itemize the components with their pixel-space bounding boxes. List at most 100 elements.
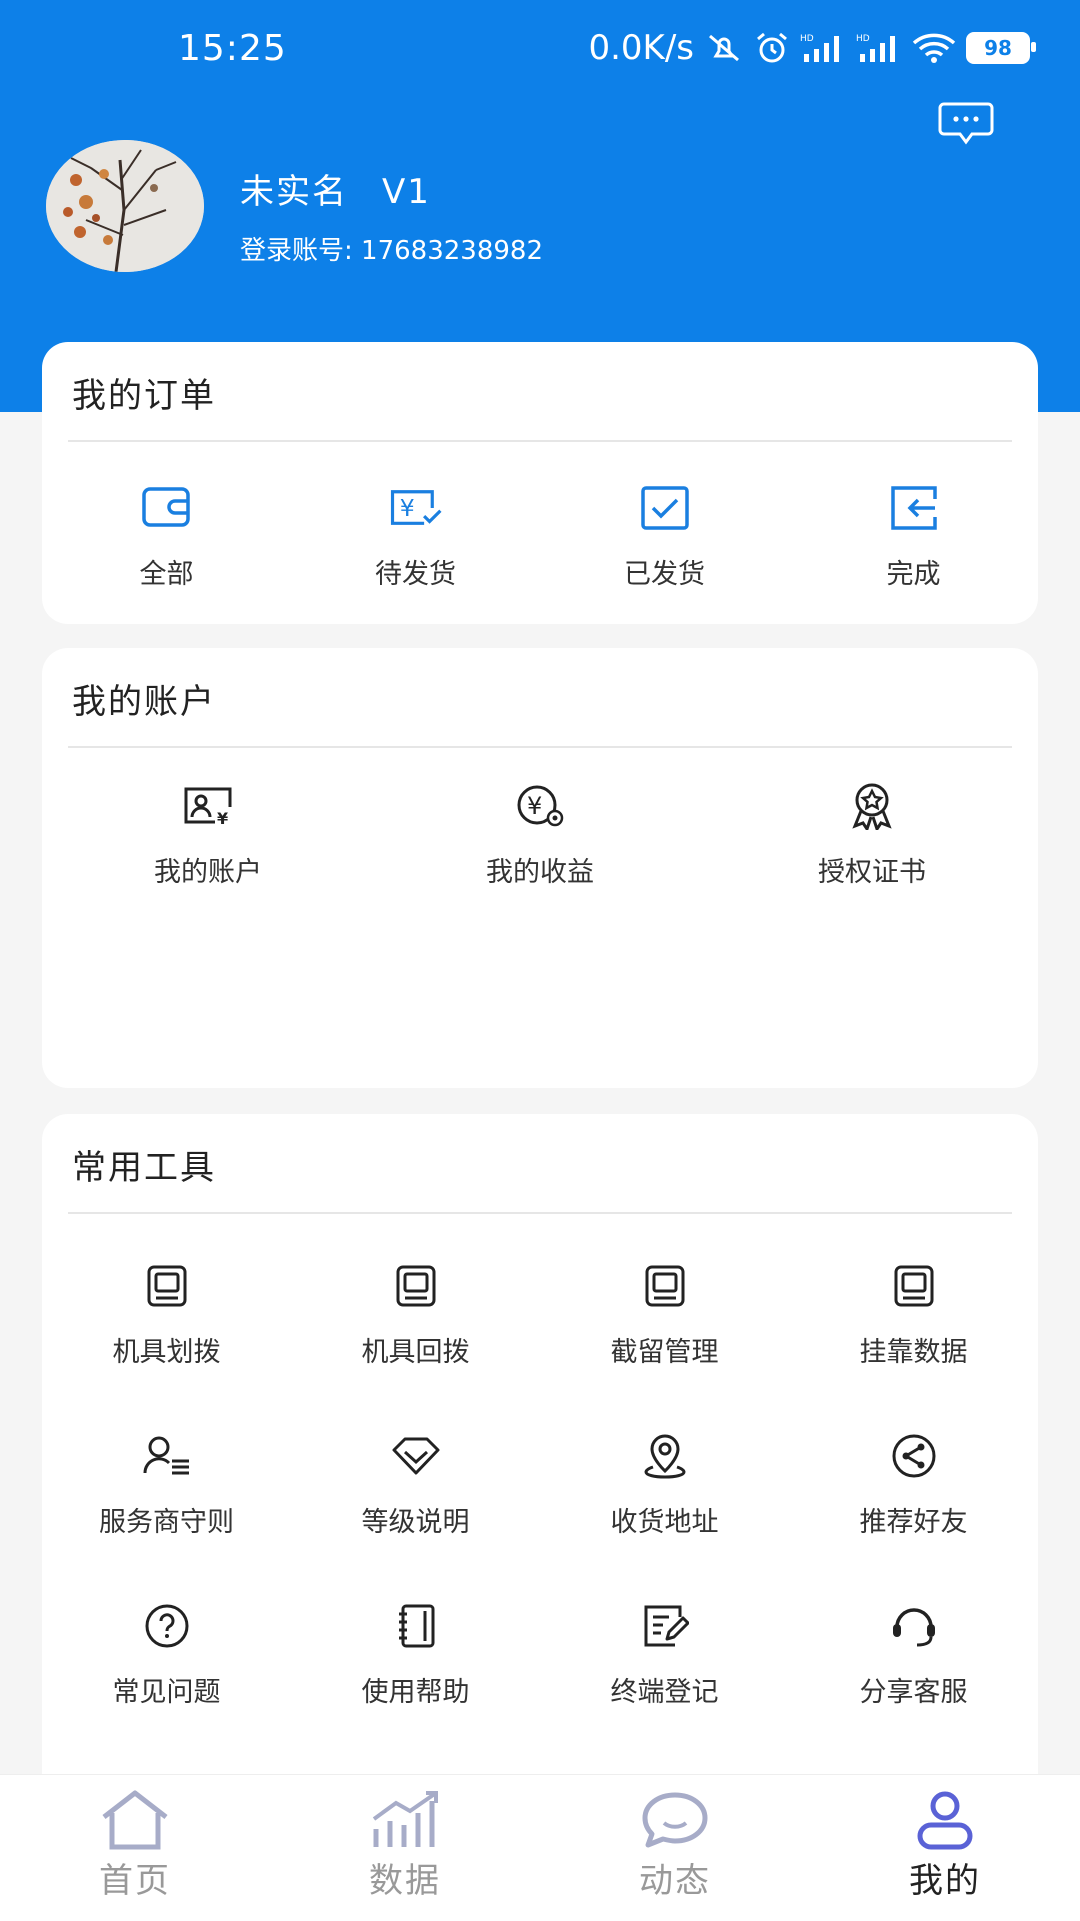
svg-text:¥: ¥: [217, 809, 228, 826]
wifi-icon: [912, 33, 956, 63]
certificate-button[interactable]: 授权证书: [706, 778, 1038, 889]
svg-text:¥: ¥: [399, 494, 414, 522]
tool-level-info-button[interactable]: 等级说明: [291, 1428, 540, 1539]
tab-mine[interactable]: 我的: [810, 1775, 1080, 1921]
signal-hd-icon: HD: [800, 34, 839, 62]
tool-device-return-label: 机具回拨: [361, 1337, 470, 1368]
my-earnings-button[interactable]: ¥ 我的收益: [374, 778, 706, 889]
certificate-label: 授权证书: [818, 857, 926, 888]
tools-row-2: 服务商守则 等级说明 收货地址 推荐好友: [42, 1428, 1038, 1539]
terminal-icon: [645, 1265, 684, 1307]
order-pending-button[interactable]: ¥ 待发货: [291, 480, 540, 591]
user-level: V1: [382, 172, 431, 212]
tools-divider: [68, 1212, 1012, 1214]
message-icon[interactable]: [938, 100, 994, 146]
svg-text:HD: HD: [856, 34, 870, 44]
order-shipped-label: 已发货: [624, 559, 705, 590]
status-bar: 15:25 0.0K/s HD HD 98: [0, 0, 1080, 100]
tool-recommend-friend-label: 推荐好友: [859, 1507, 968, 1538]
tool-level-info-label: 等级说明: [361, 1507, 470, 1538]
order-done-button[interactable]: 完成: [789, 480, 1038, 591]
username: 未实名 V1: [240, 164, 431, 213]
tool-retention-label: 截留管理: [610, 1337, 719, 1368]
svg-text:¥: ¥: [527, 792, 542, 820]
tool-recommend-friend-button[interactable]: 推荐好友: [789, 1428, 1038, 1539]
tool-share-service-button[interactable]: 分享客服: [789, 1598, 1038, 1709]
status-icons: 0.0K/s HD HD 98: [588, 28, 1036, 68]
home-icon: [102, 1790, 168, 1850]
order-all-label: 全部: [139, 559, 194, 590]
chart-icon: [372, 1791, 438, 1847]
tools-card: 常用工具 机具划拨 机具回拨 截留管理 挂靠数据 服务商守则 等级说明 收货地址…: [42, 1114, 1038, 1834]
tool-share-service-label: 分享客服: [859, 1677, 968, 1708]
tool-terminal-register-label: 终端登记: [610, 1677, 719, 1708]
user-name: 未实名: [240, 172, 348, 212]
tool-shipping-address-button[interactable]: 收货地址: [540, 1428, 789, 1539]
tab-home-label: 首页: [99, 1861, 171, 1901]
order-shipped-button[interactable]: 已发货: [540, 480, 789, 591]
account-title: 我的账户: [72, 682, 216, 722]
terminal-icon: [894, 1265, 933, 1307]
tool-device-return-button[interactable]: 机具回拨: [291, 1258, 540, 1369]
tool-faq-label: 常见问题: [112, 1677, 221, 1708]
order-all-button[interactable]: 全部: [42, 480, 291, 591]
order-done-label: 完成: [886, 559, 941, 590]
battery-icon: 98: [966, 32, 1036, 64]
tool-help-label: 使用帮助: [361, 1677, 470, 1708]
signal-hd-icon-2: HD: [856, 34, 895, 62]
share-icon: [892, 1434, 935, 1478]
yuan-pending-icon: ¥: [390, 490, 442, 525]
avatar[interactable]: [46, 140, 204, 272]
tool-device-transfer-button[interactable]: 机具划拨: [42, 1258, 291, 1369]
user-icon: [917, 1791, 973, 1850]
tab-mine-label: 我的: [909, 1861, 981, 1901]
tool-provider-rules-button[interactable]: 服务商守则: [42, 1428, 291, 1539]
orders-title: 我的订单: [72, 376, 216, 416]
tab-feed-label: 动态: [639, 1861, 711, 1901]
user-rules-icon: [142, 1436, 189, 1475]
diamond-icon: [392, 1437, 439, 1475]
edit-form-icon: [644, 1605, 689, 1647]
tool-device-transfer-label: 机具划拨: [112, 1337, 221, 1368]
account-line: 登录账号: 17683238982: [240, 230, 543, 267]
account-number: 17683238982: [361, 236, 543, 266]
id-card-yuan-icon: ¥: [184, 787, 232, 826]
my-account-label: 我的账户: [154, 857, 262, 888]
tab-feed[interactable]: 动态: [540, 1775, 810, 1921]
checked-box-icon: [640, 486, 689, 530]
notebook-icon: [398, 1604, 434, 1648]
tab-home[interactable]: 首页: [0, 1775, 270, 1921]
award-badge-icon: [852, 783, 892, 830]
tool-faq-button[interactable]: 常见问题: [42, 1598, 291, 1709]
my-account-button[interactable]: ¥ 我的账户: [42, 778, 374, 889]
net-speed: 0.0K/s: [588, 28, 694, 68]
tool-provider-rules-label: 服务商守则: [99, 1507, 234, 1538]
tab-data-label: 数据: [369, 1861, 441, 1901]
order-pending-label: 待发货: [375, 559, 456, 590]
return-box-icon: [890, 486, 937, 530]
tools-row-1: 机具划拨 机具回拨 截留管理 挂靠数据: [42, 1258, 1038, 1369]
tool-terminal-register-button[interactable]: 终端登记: [540, 1598, 789, 1709]
account-grid: ¥ 我的账户 ¥ 我的收益 授权证书: [42, 778, 1038, 889]
location-pin-icon: [643, 1434, 686, 1479]
tool-affiliated-data-label: 挂靠数据: [859, 1337, 968, 1368]
tool-affiliated-data-button[interactable]: 挂靠数据: [789, 1258, 1038, 1369]
my-earnings-label: 我的收益: [486, 857, 594, 888]
bottom-tab-bar: 首页 数据 动态 我的: [0, 1774, 1080, 1921]
terminal-icon: [147, 1265, 186, 1307]
question-icon: [145, 1604, 188, 1648]
svg-text:HD: HD: [800, 34, 814, 44]
yuan-coin-icon: ¥: [517, 785, 564, 827]
alarm-icon: [757, 32, 787, 63]
chat-bubble-icon: [642, 1792, 708, 1848]
tools-row-3: 常见问题 使用帮助 终端登记 分享客服: [42, 1598, 1038, 1709]
tab-data[interactable]: 数据: [270, 1775, 540, 1921]
wallet-icon: [141, 487, 190, 527]
account-divider: [68, 746, 1012, 748]
orders-grid: 全部 ¥ 待发货 已发货 完成: [42, 480, 1038, 591]
tools-title: 常用工具: [72, 1148, 216, 1188]
tool-retention-button[interactable]: 截留管理: [540, 1258, 789, 1369]
orders-divider: [68, 440, 1012, 442]
tool-help-button[interactable]: 使用帮助: [291, 1598, 540, 1709]
mute-icon: [709, 34, 739, 62]
